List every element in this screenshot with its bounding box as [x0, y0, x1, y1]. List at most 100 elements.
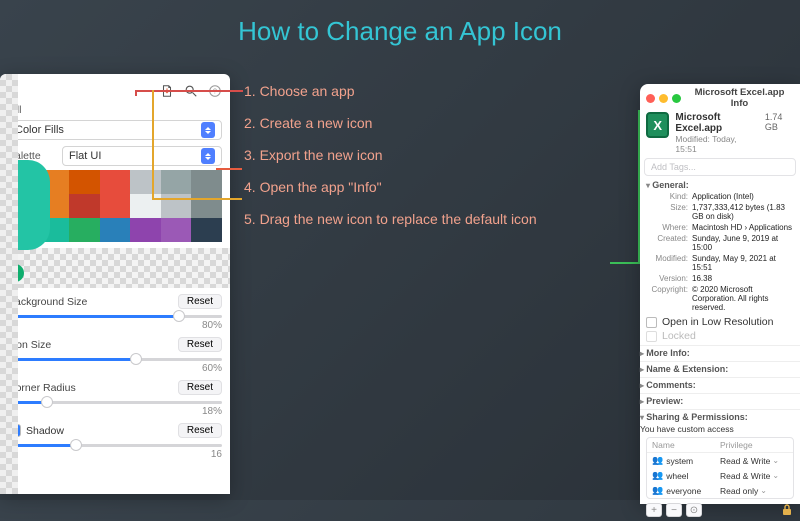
slider-label: Corner Radius — [8, 382, 76, 394]
connector-line — [135, 90, 137, 96]
color-swatch[interactable] — [161, 218, 192, 242]
permissions-table: Name Privilege 👥system Read & Write👥whee… — [646, 437, 794, 499]
created-value: Sunday, June 9, 2019 at 15:00 — [692, 234, 794, 252]
color-swatch[interactable] — [130, 218, 161, 242]
reset-button[interactable]: Reset — [178, 294, 222, 309]
slider[interactable] — [8, 358, 222, 361]
reset-button[interactable]: Reset — [178, 337, 222, 352]
open-low-res-label: Open in Low Resolution — [662, 316, 774, 328]
user-icon: 👥 — [652, 470, 663, 481]
perm-privilege-select[interactable]: Read only — [720, 486, 788, 496]
comments-toggle[interactable]: Comments: — [640, 380, 696, 390]
slider-value: 80% — [8, 320, 222, 331]
kind-label: Kind: — [646, 192, 688, 201]
shadow-label: Shadow — [26, 425, 173, 437]
general-section-toggle[interactable]: General: — [646, 180, 689, 190]
color-swatch[interactable] — [130, 170, 161, 194]
where-value: Macintosh HD › Applications — [692, 223, 794, 232]
step-3: 3. Export the new icon — [244, 148, 614, 162]
modified-label: Modified: — [646, 254, 688, 272]
icon-editor-panel: ? Fill Color Fills Palette Flat UI ✓ Bac… — [0, 74, 230, 494]
color-swatch[interactable] — [69, 170, 100, 194]
open-low-res-checkbox[interactable] — [646, 317, 657, 328]
slider[interactable] — [8, 401, 222, 404]
perm-col-name: Name — [652, 440, 720, 450]
locked-label: Locked — [662, 330, 696, 342]
perm-user: system — [666, 456, 693, 466]
created-label: Created: — [646, 234, 688, 252]
minimize-icon[interactable] — [659, 94, 668, 103]
version-label: Version: — [646, 274, 688, 283]
name-ext-toggle[interactable]: Name & Extension: — [640, 364, 728, 374]
chevron-up-down-icon — [201, 148, 215, 164]
get-info-window: Microsoft Excel.app Info X Microsoft Exc… — [640, 84, 800, 504]
version-value: 16.38 — [692, 274, 794, 283]
slider-value: 60% — [8, 363, 222, 374]
zoom-icon[interactable] — [672, 94, 681, 103]
close-icon[interactable] — [646, 94, 655, 103]
slider-label: Background Size — [8, 296, 87, 308]
step-5: 5. Drag the new icon to replace the defa… — [244, 212, 614, 226]
reset-button[interactable]: Reset — [178, 380, 222, 395]
app-name: Microsoft Excel.app — [675, 112, 722, 134]
connector-line — [610, 262, 640, 264]
perm-privilege-select[interactable]: Read & Write — [720, 456, 788, 466]
kind-value: Application (Intel) — [692, 192, 794, 201]
window-title: Microsoft Excel.app Info — [685, 87, 794, 109]
palette-value: Flat UI — [69, 150, 101, 162]
chevron-up-down-icon — [201, 122, 215, 138]
slider-value: 18% — [8, 406, 222, 417]
perm-privilege-select[interactable]: Read & Write — [720, 471, 788, 481]
size-value: 1,737,333,412 bytes (1.83 GB on disk) — [692, 203, 794, 221]
modified-value: Sunday, May 9, 2021 at 15:51 — [692, 254, 794, 272]
step-1: 1. Choose an app — [244, 84, 614, 98]
preview-toggle[interactable]: Preview: — [640, 396, 683, 406]
perm-col-priv: Privilege — [720, 440, 788, 450]
color-swatch[interactable] — [100, 170, 131, 194]
remove-button[interactable]: − — [666, 503, 682, 517]
color-swatch[interactable] — [69, 194, 100, 218]
fill-value: Color Fills — [15, 124, 64, 136]
color-swatch[interactable] — [191, 218, 222, 242]
add-button[interactable]: + — [646, 503, 662, 517]
size-label: Size: — [646, 203, 688, 221]
step-2: 2. Create a new icon — [244, 116, 614, 130]
fill-label: Fill — [8, 104, 58, 116]
user-icon: 👥 — [652, 455, 663, 466]
shadow-reset-button[interactable]: Reset — [178, 423, 222, 438]
shadow-value: 16 — [8, 449, 222, 460]
excel-icon[interactable]: X — [646, 112, 669, 138]
color-swatch[interactable] — [161, 170, 192, 194]
action-menu-button[interactable]: ⊙ — [686, 503, 702, 517]
titlebar: Microsoft Excel.app Info — [640, 84, 800, 112]
copyright-label: Copyright: — [646, 285, 688, 312]
table-row: 👥everyone Read only — [647, 483, 793, 498]
palette-dropdown[interactable]: Flat UI — [62, 146, 222, 166]
table-row: 👥wheel Read & Write — [647, 468, 793, 483]
copyright-value: © 2020 Microsoft Corporation. All rights… — [692, 285, 794, 312]
more-info-toggle[interactable]: More Info: — [640, 348, 690, 358]
shadow-slider[interactable] — [8, 444, 222, 447]
fill-dropdown[interactable]: Color Fills — [8, 120, 222, 140]
color-swatch[interactable] — [69, 218, 100, 242]
step-4: 4. Open the app "Info" — [244, 180, 614, 194]
icon-preview-peek — [0, 160, 50, 250]
sharing-toggle[interactable]: Sharing & Permissions: — [640, 412, 748, 422]
color-swatch[interactable] — [191, 170, 222, 194]
table-row: 👥system Read & Write — [647, 453, 793, 468]
connector-line — [152, 198, 242, 200]
color-swatch[interactable] — [100, 218, 131, 242]
slider-label: Icon Size — [8, 339, 51, 351]
perm-user: wheel — [666, 471, 688, 481]
page-title: How to Change an App Icon — [0, 16, 800, 47]
slider[interactable] — [8, 315, 222, 318]
tags-field[interactable]: Add Tags... — [644, 158, 796, 176]
shadow-checkbox[interactable]: ✓ — [8, 424, 21, 437]
locked-checkbox — [646, 331, 657, 342]
apply-badge[interactable]: ✓ — [6, 264, 24, 282]
lock-icon[interactable] — [780, 503, 794, 517]
connector-line — [152, 90, 154, 200]
connector-line — [216, 168, 242, 170]
color-swatch[interactable] — [100, 194, 131, 218]
app-size: 1.74 GB — [765, 112, 794, 132]
